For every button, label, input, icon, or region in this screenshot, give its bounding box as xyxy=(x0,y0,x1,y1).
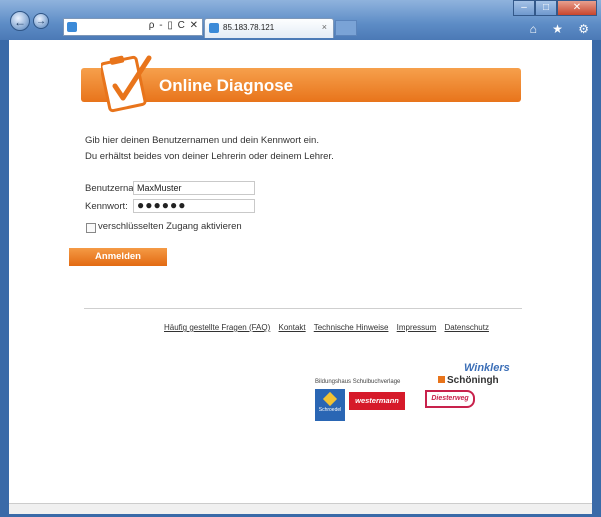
imprint-link[interactable]: Impressum xyxy=(397,323,437,332)
address-bar[interactable]: ρ - ▯ C ✕ xyxy=(63,18,203,36)
intro-text: Gib hier deinen Benutzernamen und dein K… xyxy=(85,133,334,165)
site-icon xyxy=(67,22,77,32)
intro-line-1: Gib hier deinen Benutzernamen und dein K… xyxy=(85,135,319,146)
window-controls: – □ ✕ xyxy=(513,0,597,18)
address-tools-icon[interactable]: ρ - ▯ C ✕ xyxy=(149,20,199,31)
westermann-logo: westermann xyxy=(349,392,405,410)
browser-tab[interactable]: 85.183.78.121 × xyxy=(204,18,334,38)
footer-links: Häufig gestellte Fragen (FAQ) Kontakt Te… xyxy=(164,323,495,332)
home-favorites-settings-icons[interactable]: ⌂ ★ ⚙ xyxy=(530,22,595,36)
new-tab-button[interactable] xyxy=(335,20,357,36)
divider xyxy=(84,308,522,309)
intro-line-2: Du erhältst beides von deiner Lehrerin o… xyxy=(85,151,334,162)
password-label: Kennwort: xyxy=(85,201,128,212)
schroedel-logo: Schroedel xyxy=(315,389,345,421)
diesterweg-logo: Diesterweg xyxy=(425,390,475,408)
status-bar xyxy=(9,503,592,514)
schoeningh-text: Schöningh xyxy=(447,375,499,386)
tab-close-icon[interactable]: × xyxy=(322,22,327,32)
forward-button[interactable]: → xyxy=(33,13,49,29)
contact-link[interactable]: Kontakt xyxy=(279,323,306,332)
schroedel-diamond-icon xyxy=(322,391,338,407)
maximize-button[interactable]: □ xyxy=(535,0,557,16)
back-button[interactable]: ← xyxy=(10,11,30,31)
login-button[interactable]: Anmelden xyxy=(69,248,167,266)
page-content: Online Diagnose Gib hier deinen Benutzer… xyxy=(9,40,592,509)
schoeningh-logo: Schöningh xyxy=(438,375,499,386)
bildungshaus-text: Bildungshaus Schulbuchverlage xyxy=(315,379,401,385)
password-input[interactable]: ●●●●●● xyxy=(133,199,255,213)
page-title: Online Diagnose xyxy=(159,76,294,95)
username-input[interactable]: MaxMuster xyxy=(133,181,255,195)
schoeningh-mark-icon xyxy=(438,376,445,383)
encrypted-access-label[interactable]: verschlüsselten Zugang aktivieren xyxy=(98,221,242,232)
close-button[interactable]: ✕ xyxy=(557,0,597,16)
winklers-logo: Winklers xyxy=(464,362,510,374)
schroedel-text: Schroedel xyxy=(318,407,342,413)
minimize-button[interactable]: – xyxy=(513,0,535,16)
tab-title: 85.183.78.121 xyxy=(223,23,275,32)
faq-link[interactable]: Häufig gestellte Fragen (FAQ) xyxy=(164,323,270,332)
technical-notes-link[interactable]: Technische Hinweise xyxy=(314,323,389,332)
browser-chrome: ← → ρ - ▯ C ✕ 85.183.78.121 × – □ ✕ ⌂ ★ … xyxy=(0,0,601,40)
forward-arrow-icon: → xyxy=(36,16,46,27)
encrypted-access-checkbox[interactable] xyxy=(86,223,96,233)
checklist-logo-icon xyxy=(101,55,152,113)
tab-favicon-icon xyxy=(209,23,219,33)
back-arrow-icon: ← xyxy=(14,15,26,29)
privacy-link[interactable]: Datenschutz xyxy=(444,323,488,332)
